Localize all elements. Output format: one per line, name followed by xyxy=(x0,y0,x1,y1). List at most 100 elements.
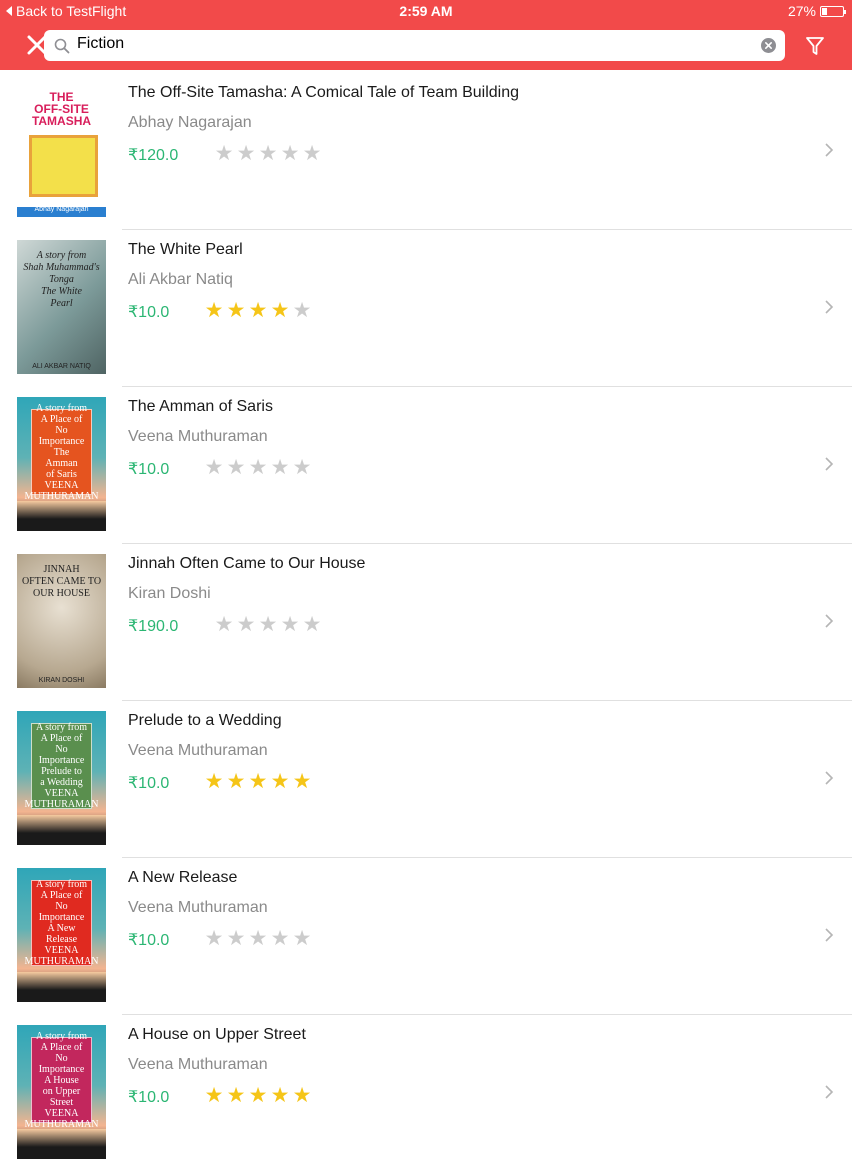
book-row[interactable]: A story from A Place of No Importance A Ne… xyxy=(0,857,852,1014)
book-author: Abhay Nagarajan xyxy=(128,114,252,131)
rating-stars: ★ ★ ★ ★ ★ xyxy=(204,300,312,322)
book-row[interactable]: A story from A Place of No Importance Prel… xyxy=(0,700,852,857)
book-cover[interactable]: THE OFF-SITE TAMASHA Abhay Nagarajan xyxy=(17,83,106,217)
book-row[interactable]: JINNAH OFTEN CAME TO OUR HOUSE KIRAN DOSHI… xyxy=(0,543,852,700)
cover-text: MUTHURAMAN xyxy=(24,490,99,502)
cover-text: MUTHURAMAN xyxy=(24,956,99,967)
book-title: The Amman of Saris xyxy=(128,398,273,415)
filter-icon[interactable] xyxy=(805,35,825,57)
book-author: Veena Muthuraman xyxy=(128,899,268,916)
star-icon: ★ xyxy=(302,613,322,636)
clear-icon[interactable] xyxy=(761,38,776,53)
book-price: ₹10.0 xyxy=(128,775,170,792)
cover-text: Amman xyxy=(45,457,78,469)
book-row[interactable]: THE OFF-SITE TAMASHA Abhay Nagarajan The O… xyxy=(0,72,852,229)
cover-title-box: A story from A Place of No Importance The A… xyxy=(25,403,99,502)
book-title: Jinnah Often Came to Our House xyxy=(128,555,366,572)
book-row[interactable]: A story from Shah Muhammad's Tonga The Whi… xyxy=(0,229,852,386)
rating-stars: ★ ★ ★ ★ ★ xyxy=(204,771,312,793)
star-icon: ★ xyxy=(204,456,224,479)
star-icon: ★ xyxy=(236,142,256,165)
book-author: Kiran Doshi xyxy=(128,585,211,602)
cover-text: A House xyxy=(44,1074,79,1086)
star-icon: ★ xyxy=(226,456,246,479)
book-cover[interactable]: JINNAH OFTEN CAME TO OUR HOUSE KIRAN DOSHI xyxy=(17,554,106,688)
battery-fill xyxy=(822,7,828,15)
book-price: ₹10.0 xyxy=(128,461,170,478)
cover-text: Street xyxy=(49,1096,74,1108)
book-cover[interactable]: A story from A Place of No Importance A Ho… xyxy=(17,1025,106,1159)
cover-title-box: A story from A Place of No Importance Prel… xyxy=(25,722,99,810)
star-icon: ★ xyxy=(204,1084,224,1107)
star-icon: ★ xyxy=(292,927,312,950)
star-icon: ★ xyxy=(270,770,290,793)
cover-text: Shah Muhammad's Tonga xyxy=(23,262,100,285)
book-title: A New Release xyxy=(128,869,238,886)
star-icon: ★ xyxy=(226,770,246,793)
battery-icon xyxy=(820,5,846,17)
search-bar[interactable]: Fiction xyxy=(44,30,785,61)
cover-text: Pearl xyxy=(50,298,73,309)
cover-text: OFTEN CAME TO OUR HOUSE xyxy=(21,576,102,599)
chevron-right-icon[interactable] xyxy=(824,142,834,158)
star-icon: ★ xyxy=(270,927,290,950)
cover-text: A New xyxy=(47,923,76,934)
chevron-right-icon[interactable] xyxy=(824,927,834,943)
cover-text: A story from xyxy=(35,1030,88,1042)
star-icon: ★ xyxy=(248,1084,268,1107)
cover-text: A story from xyxy=(36,250,87,261)
rating-stars: ★ ★ ★ ★ ★ xyxy=(214,614,322,636)
star-icon: ★ xyxy=(248,299,268,322)
star-icon: ★ xyxy=(248,456,268,479)
chevron-right-icon[interactable] xyxy=(824,613,834,629)
clock: 2:59 AM xyxy=(399,3,453,19)
book-price: ₹120.0 xyxy=(128,147,179,164)
search-input[interactable]: Fiction xyxy=(77,35,124,53)
book-list: THE OFF-SITE TAMASHA Abhay Nagarajan The O… xyxy=(0,72,852,1171)
cover-text: VEENA xyxy=(44,945,79,956)
chevron-right-icon[interactable] xyxy=(824,456,834,472)
cover-footer: ALI AKBAR NATIQ xyxy=(32,363,91,370)
cover-text: VEENA xyxy=(44,1107,79,1119)
star-icon: ★ xyxy=(204,770,224,793)
chevron-right-icon[interactable] xyxy=(824,299,834,315)
star-icon: ★ xyxy=(270,456,290,479)
book-cover[interactable]: A story from Shah Muhammad's Tonga The Whi… xyxy=(17,240,106,374)
book-title: The Off-Site Tamasha: A Comical Tale of … xyxy=(128,84,520,101)
book-author: Ali Akbar Natiq xyxy=(128,271,233,288)
book-cover[interactable]: A story from A Place of No Importance Prel… xyxy=(17,711,106,845)
cover-title-box: A story from A Place of No Importance A Ne… xyxy=(25,879,99,967)
chevron-right-icon[interactable] xyxy=(824,770,834,786)
star-icon: ★ xyxy=(302,142,322,165)
star-icon: ★ xyxy=(236,613,256,636)
cover-silhouette xyxy=(17,501,106,531)
rating-stars: ★ ★ ★ ★ ★ xyxy=(214,143,322,165)
cover-text: A story from xyxy=(35,879,88,890)
cover-title-box: JINNAH OFTEN CAME TO OUR HOUSE xyxy=(21,564,102,600)
cover-text: A Place of No Importance xyxy=(38,413,85,447)
star-icon: ★ xyxy=(292,456,312,479)
cover-footer: Abhay Nagarajan xyxy=(34,206,89,213)
cover-text: VEENA xyxy=(44,479,79,491)
book-row[interactable]: A story from A Place of No Importance A Ho… xyxy=(0,1014,852,1171)
cover-footer: KIRAN DOSHI xyxy=(38,677,85,684)
book-cover[interactable]: A story from A Place of No Importance The A… xyxy=(17,397,106,531)
battery-percent: 27% xyxy=(787,3,816,19)
cover-text: on Upper xyxy=(42,1085,81,1097)
star-icon: ★ xyxy=(270,1084,290,1107)
status-bar: Back to TestFlight 2:59 AM 27% xyxy=(0,0,852,24)
cover-title-box: A story from A Place of No Importance A Ho… xyxy=(25,1031,99,1130)
star-icon: ★ xyxy=(292,299,312,322)
star-icon: ★ xyxy=(226,927,246,950)
star-icon: ★ xyxy=(258,613,278,636)
star-icon: ★ xyxy=(214,142,234,165)
book-row[interactable]: A story from A Place of No Importance The A… xyxy=(0,386,852,543)
star-icon: ★ xyxy=(226,299,246,322)
cover-silhouette xyxy=(17,1129,106,1159)
cover-text: The White xyxy=(41,286,82,297)
book-cover[interactable]: A story from A Place of No Importance A Ne… xyxy=(17,868,106,1002)
cover-illustration xyxy=(29,135,98,197)
chevron-right-icon[interactable] xyxy=(824,1084,834,1100)
book-author: Veena Muthuraman xyxy=(128,742,268,759)
book-author: Veena Muthuraman xyxy=(128,1056,268,1073)
